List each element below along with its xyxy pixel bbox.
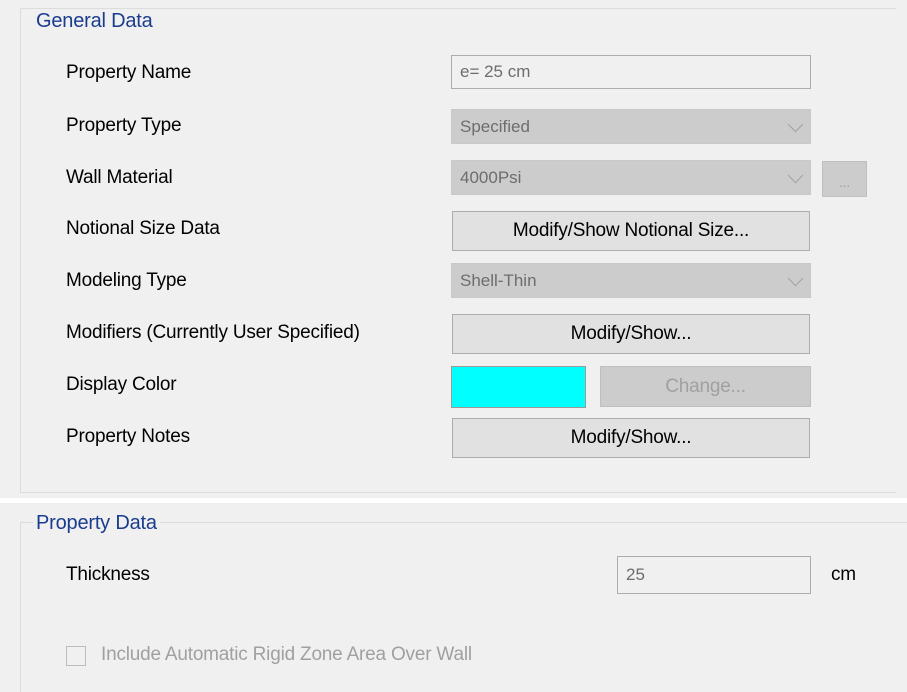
modifiers-button-label: Modify/Show... xyxy=(570,323,692,344)
change-button-label: Change... xyxy=(665,375,746,397)
property-data-group: Property Data Thickness 25 cm Include Au… xyxy=(0,503,907,692)
display-color-swatch[interactable] xyxy=(451,366,586,408)
thickness-field[interactable]: 25 xyxy=(617,556,811,594)
modeling-type-label: Modeling Type xyxy=(66,270,187,291)
property-notes-label: Property Notes xyxy=(66,426,190,447)
change-color-button[interactable]: Change... xyxy=(600,366,811,407)
chevron-down-icon xyxy=(787,270,804,286)
modeling-type-value: Shell-Thin xyxy=(460,270,537,290)
wall-material-browse-button[interactable]: ... xyxy=(822,161,867,197)
display-color-label: Display Color xyxy=(66,374,177,395)
wall-material-value: 4000Psi xyxy=(460,167,522,187)
chevron-down-icon xyxy=(787,167,804,183)
property-name-label: Property Name xyxy=(66,62,192,83)
property-type-value: Specified xyxy=(460,116,530,136)
notional-size-label: Notional Size Data xyxy=(66,218,220,239)
rigid-zone-checkbox[interactable] xyxy=(66,646,86,666)
modify-show-notional-size-button[interactable]: Modify/Show Notional Size... xyxy=(452,211,810,251)
property-name-value: e= 25 cm xyxy=(460,62,531,81)
modeling-type-select[interactable]: Shell-Thin xyxy=(451,263,811,298)
rigid-zone-label: Include Automatic Rigid Zone Area Over W… xyxy=(101,644,472,665)
chevron-down-icon xyxy=(787,116,804,132)
modifiers-modify-show-button[interactable]: Modify/Show... xyxy=(452,314,810,354)
property-type-select[interactable]: Specified xyxy=(451,109,811,144)
general-data-group: General Data Property Name e= 25 cm Prop… xyxy=(0,0,907,498)
property-notes-button-label: Modify/Show... xyxy=(570,427,692,448)
wall-material-label: Wall Material xyxy=(66,167,173,188)
property-name-field[interactable]: e= 25 cm xyxy=(451,55,811,89)
general-data-legend: General Data xyxy=(33,10,156,32)
wall-material-select[interactable]: 4000Psi xyxy=(451,160,811,195)
thickness-label: Thickness xyxy=(66,564,150,585)
modifiers-label: Modifiers (Currently User Specified) xyxy=(66,322,360,343)
browse-label: ... xyxy=(838,174,851,190)
thickness-value: 25 xyxy=(626,565,645,584)
property-type-label: Property Type xyxy=(66,115,182,136)
property-data-legend: Property Data xyxy=(33,512,160,534)
thickness-unit: cm xyxy=(831,564,856,585)
property-notes-modify-show-button[interactable]: Modify/Show... xyxy=(452,418,810,458)
notional-size-button-label: Modify/Show Notional Size... xyxy=(512,220,750,241)
